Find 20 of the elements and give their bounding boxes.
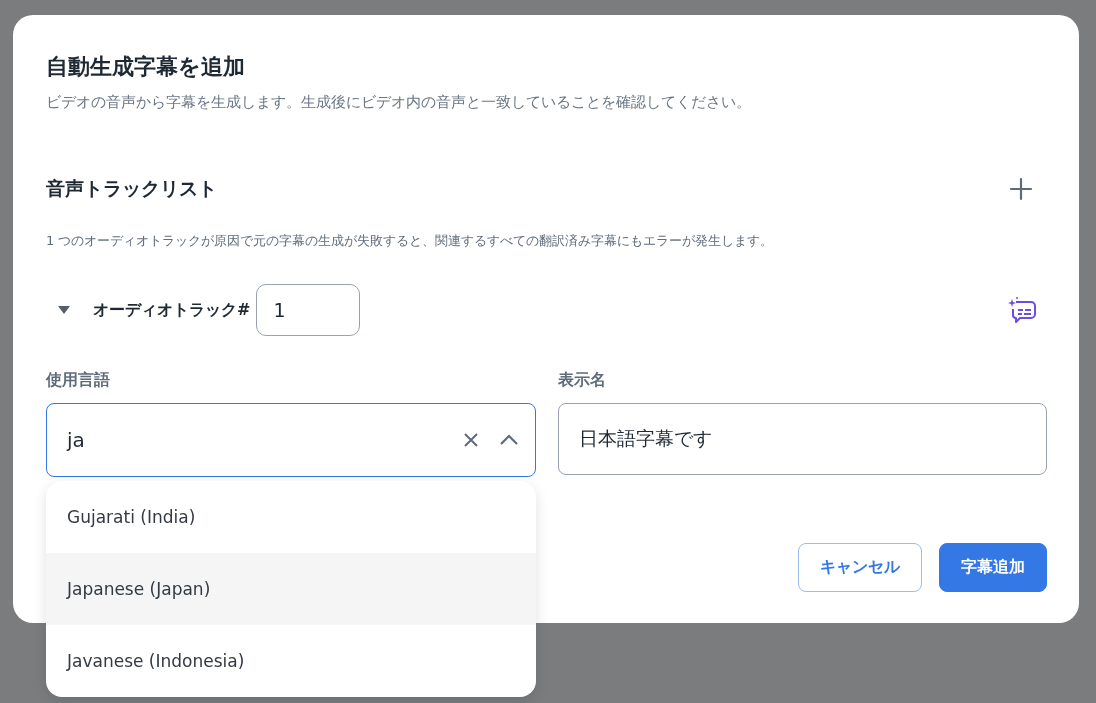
display-name-field[interactable]: 日本語字幕です <box>557 403 1047 475</box>
dropdown-option[interactable]: Japanese (Japan) <box>46 553 536 625</box>
dropdown-option[interactable]: Gujarati (India) <box>46 481 536 553</box>
track-number-field[interactable]: 1 <box>256 284 361 336</box>
cancel-button[interactable]: キャンセル <box>798 543 922 592</box>
collapse-triangle-icon[interactable] <box>57 305 71 315</box>
dialog-description: ビデオの音声から字幕を生成します。生成後にビデオ内の音声と一致していることを確認してください。 <box>46 92 752 113</box>
chevron-icon[interactable] <box>498 434 519 446</box>
dropdown-option[interactable]: Javanese (Indonesia) <box>46 625 536 697</box>
clear-icon[interactable] <box>462 432 479 448</box>
section-heading: 音声トラックリスト <box>46 176 217 201</box>
add-button[interactable]: 字幕追加 <box>939 543 1047 592</box>
field-label: 使用言語 <box>46 370 111 391</box>
track-label: オーディオトラック# <box>93 299 251 321</box>
section-note: 1 つのオーディオトラックが原因で元の字幕の生成が失敗すると、関連するすべての翻訳済み字幕にもエラーが発生します。 <box>46 232 775 250</box>
language-select[interactable]: ja <box>46 403 536 477</box>
dialog-title: 自動生成字幕を追加 <box>46 53 246 81</box>
add-icon[interactable] <box>1009 177 1033 201</box>
field-label: 表示名 <box>557 370 607 391</box>
sparkle-chat-icon[interactable] <box>1007 296 1037 324</box>
